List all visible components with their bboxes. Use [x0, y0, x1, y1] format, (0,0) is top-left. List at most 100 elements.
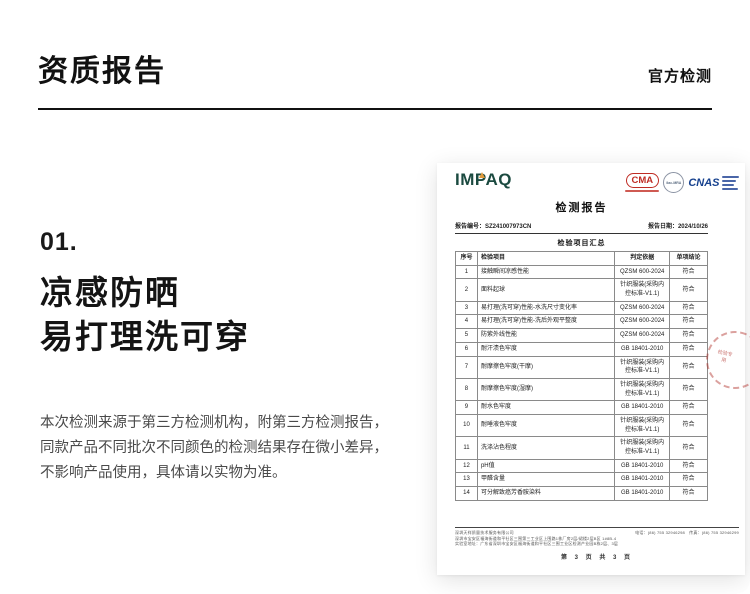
table-cell: 11 — [455, 436, 478, 460]
table-cell: QZSM 600-2024 — [614, 300, 671, 316]
table-row: 7 耐摩擦色牢度(干摩) 针织服装(采购内控标准-V1.1) 符合 — [455, 355, 708, 379]
cnas-mark-icon: CNAS — [688, 175, 739, 190]
table-cell: 防紫外线性能 — [476, 328, 616, 343]
table-title: 检验项目汇总 — [557, 240, 606, 247]
table-row: 2 面料起球 针织服装(采购内控标准-V1.1) 符合 — [455, 278, 708, 302]
cma-cert-number-line — [625, 189, 660, 192]
table-cell: 耐唾液色牢度 — [476, 413, 616, 438]
table-cell: 符合 — [669, 300, 708, 316]
table-cell: 10 — [455, 413, 478, 438]
report-date: 报告日期：2024/10/26 — [647, 224, 708, 230]
table-cell: 符合 — [669, 400, 708, 415]
table-cell: 符合 — [669, 436, 708, 460]
cnas-text-lines — [722, 175, 739, 190]
table-cell: 符合 — [669, 458, 708, 474]
table-cell: 符合 — [669, 278, 708, 302]
table-cell: 符合 — [669, 264, 708, 280]
table-cell: pH值 — [476, 458, 616, 474]
table-cell: 针织服装(采购内控标准-V1.1) — [614, 278, 671, 302]
test-report-document: IMPAQ CMA ilac-MRA CNAS 检测报告 报告编号：SZ2410… — [437, 163, 750, 575]
table-cell: QZSM 600-2024 — [614, 328, 671, 343]
contact-info: 电话：(86) 755 32946298 传真：(86) 755 3294629… — [635, 530, 739, 535]
page-indicator: 第 3 页 共 3 页 — [560, 554, 633, 561]
table-cell: 符合 — [669, 355, 708, 379]
section-description: 本次检测来源于第三方检测机构，附第三方检测报告， 同款产品不同批次不同颜色的检测… — [40, 415, 388, 481]
table-row: 3 易打理(洗可穿)性能-水洗尺寸变化率 QZSM 600-2024 符合 — [455, 300, 708, 316]
header-divider — [38, 108, 712, 110]
section-index: 01. — [40, 228, 78, 256]
table-cell: 1 — [455, 264, 478, 280]
report-footer: 深圳天祥质量技术服务有限公司 电话：(86) 755 32946298 传真：(… — [455, 527, 739, 561]
report-number: 报告编号：SZ241007973CN — [455, 224, 532, 230]
table-cell: 可分解致癌芳香胺染料 — [476, 486, 616, 501]
report-header: IMPAQ CMA ilac-MRA CNAS — [437, 163, 745, 197]
col-seq: 序号 — [455, 251, 478, 266]
table-cell: 14 — [455, 486, 478, 501]
table-cell: QZSM 600-2024 — [614, 264, 671, 280]
promo-section: 资质报告 官方检测 01. 凉感防晒 易打理洗可穿 本次检测来源于第三方检测机构… — [0, 0, 750, 594]
table-row: 13 甲醛含量 GB 18401-2010 符合 — [455, 472, 708, 488]
table-cell: 5 — [455, 328, 478, 343]
inspection-items-table: 序号 检验项目 判定依据 单项结论 1 接触瞬间凉感性能 QZSM 600-2024… — [455, 251, 708, 501]
table-row: 5 防紫外线性能 QZSM 600-2024 符合 — [455, 328, 708, 343]
table-cell: 符合 — [669, 377, 708, 402]
table-row: 1 接触瞬间凉感性能 QZSM 600-2024 符合 — [455, 264, 708, 280]
table-cell: GB 18401-2010 — [614, 341, 671, 357]
table-cell: 8 — [455, 377, 478, 402]
table-cell: 2 — [455, 278, 478, 302]
footer-divider — [455, 527, 739, 528]
cma-mark-icon: CMA — [625, 173, 660, 192]
ilac-mra-mark-icon: ilac-MRA — [663, 172, 685, 193]
table-cell: 耐摩擦色牢度(湿摩) — [476, 377, 616, 402]
table-cell: QZSM 600-2024 — [614, 314, 671, 330]
table-cell: 针织服装(采购内控标准-V1.1) — [614, 355, 671, 379]
table-cell: 耐摩擦色牢度(干摩) — [476, 355, 616, 379]
table-row: 12 pH值 GB 18401-2010 符合 — [455, 458, 708, 474]
table-row: 10 耐唾液色牢度 针织服装(采购内控标准-V1.1) 符合 — [455, 413, 708, 438]
table-cell: 面料起球 — [476, 278, 616, 302]
table-cell: 针织服装(采购内控标准-V1.1) — [614, 413, 671, 438]
lab-address: 实验室地址：广东省深圳市宝安区福海街道和平社区三围工业区检测产业园B栋2层、3层 — [455, 541, 619, 546]
table-cell: 4 — [455, 314, 478, 330]
col-conclusion: 单项结论 — [669, 251, 708, 266]
official-test-badge: 官方检测 — [647, 68, 712, 85]
table-row: 8 耐摩擦色牢度(湿摩) 针织服装(采购内控标准-V1.1) 符合 — [455, 377, 708, 402]
table-cell: 耐汗渍色牢度 — [476, 341, 616, 357]
report-title: 检测报告 — [555, 202, 608, 214]
red-seal-stamp: 检验专用 — [700, 325, 750, 395]
table-cell: 符合 — [669, 486, 708, 501]
table-cell: 接触瞬间凉感性能 — [476, 264, 616, 280]
table-row: 9 耐水色牢度 GB 18401-2010 符合 — [455, 400, 708, 415]
table-cell: 3 — [455, 300, 478, 316]
section-header: 资质报告 官方检测 — [38, 46, 712, 90]
table-cell: GB 18401-2010 — [614, 400, 671, 415]
table-cell: 针织服装(采购内控标准-V1.1) — [614, 436, 671, 460]
table-cell: 洗涤沾色程度 — [476, 436, 616, 460]
table-cell: 12 — [455, 458, 478, 474]
table-cell: GB 18401-2010 — [614, 458, 671, 474]
table-cell: 符合 — [669, 472, 708, 488]
table-row: 11 洗涤沾色程度 针织服装(采购内控标准-V1.1) 符合 — [455, 436, 708, 460]
page-title: 资质报告 — [38, 55, 166, 88]
table-cell: 9 — [455, 400, 478, 415]
certification-marks: CMA ilac-MRA CNAS — [625, 172, 739, 193]
col-item: 检验项目 — [476, 251, 616, 266]
report-meta-row: 报告编号：SZ241007973CN 报告日期：2024/10/26 — [455, 221, 708, 234]
col-basis: 判定依据 — [614, 251, 671, 266]
section-heading: 凉感防晒 易打理洗可穿 — [40, 274, 250, 355]
table-cell: 甲醛含量 — [476, 472, 616, 488]
table-cell: 6 — [455, 341, 478, 357]
report-table-body: 1 接触瞬间凉感性能 QZSM 600-2024 符合 2 面料起球 针织服装(采购内控标准… — [455, 264, 708, 501]
table-row: 4 易打理(洗可穿)性能-洗后外观平整度 QZSM 600-2024 符合 — [455, 314, 708, 330]
table-cell: GB 18401-2010 — [614, 472, 671, 488]
intro-block: 01. 凉感防晒 易打理洗可穿 本次检测来源于第三方检测机构，附第三方检测报告，… — [40, 228, 410, 486]
table-cell: 符合 — [669, 341, 708, 357]
table-row: 14 可分解致癌芳香胺染料 GB 18401-2010 符合 — [455, 486, 708, 501]
table-cell: 符合 — [669, 413, 708, 438]
table-cell: GB 18401-2010 — [614, 486, 671, 501]
impaq-logo-triangle-icon — [479, 172, 485, 178]
table-row: 6 耐汗渍色牢度 GB 18401-2010 符合 — [455, 341, 708, 357]
table-cell: 易打理(洗可穿)性能-洗后外观平整度 — [476, 314, 616, 330]
table-cell: 符合 — [669, 314, 708, 330]
table-cell: 耐水色牢度 — [476, 400, 616, 415]
